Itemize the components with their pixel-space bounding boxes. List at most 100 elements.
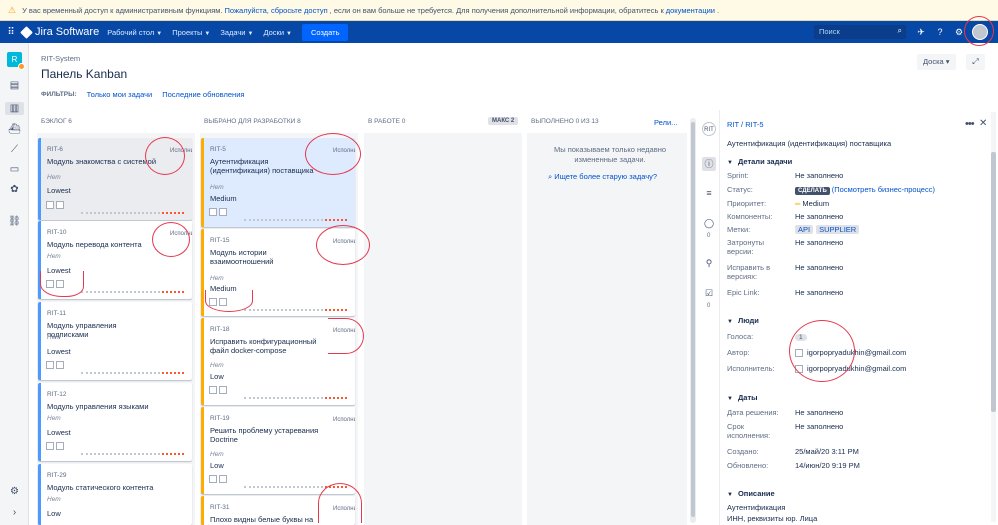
issue-card[interactable]: RIT-15 Модуль истории взаимоотношений Ис…	[201, 229, 355, 316]
issue-key: RIT-19	[210, 415, 230, 422]
issue-card[interactable]: RIT-10 Модуль перевода контента Исполнит…	[38, 221, 192, 299]
filter-only-mine[interactable]: Только мои задачи	[87, 90, 153, 99]
close-icon[interactable]: ✕	[979, 118, 987, 129]
priority-icon	[56, 442, 64, 450]
megaphone-icon[interactable]: ✈	[914, 25, 928, 39]
field-value[interactable]: igorpopryadukhin@gmail.com	[795, 348, 907, 358]
issue-summary: Модуль статического контента	[47, 483, 154, 492]
field-value[interactable]: Не заполнено	[795, 263, 843, 272]
attachment-icon[interactable]: ⚲	[702, 256, 716, 270]
menu-dashboard[interactable]: Рабочий стол ▼	[107, 28, 162, 37]
issue-summary: Аутентификация (идентификация) поставщик…	[210, 157, 314, 175]
detail-scrollbar-thumb[interactable]	[991, 152, 996, 412]
section-people[interactable]: ▼ Люди	[727, 316, 759, 325]
help-icon[interactable]: ?	[933, 25, 947, 39]
fullscreen-icon[interactable]: ⤢	[966, 54, 985, 70]
breadcrumb[interactable]: RIT-System	[41, 54, 80, 63]
status-badge[interactable]: СДЕЛАТЬ	[795, 187, 830, 195]
filter-recent[interactable]: Последние обновления	[162, 90, 244, 99]
issue-type-icons	[209, 475, 227, 483]
field-value: Не заполнено	[795, 408, 844, 417]
components-icon[interactable]: ✿	[8, 183, 21, 196]
comment-icon[interactable]: ◯	[702, 216, 716, 230]
issue-type-icons	[46, 361, 64, 369]
docs-link[interactable]: документации	[666, 6, 715, 15]
issue-key: RIT-18	[210, 326, 230, 333]
jira-logo[interactable]: Jira Software	[20, 25, 99, 39]
subtasks-icon[interactable]: ☑	[702, 286, 716, 300]
backlog-icon[interactable]: ▤	[8, 79, 21, 92]
issue-type-icon	[46, 442, 54, 450]
column-header-done: ВЫПОЛНЕНО 0 ИЗ 13	[531, 118, 599, 125]
release-link[interactable]: Рели...	[654, 118, 677, 127]
collapse-sidebar-icon[interactable]: ›	[8, 506, 21, 519]
field-label: Метки:	[727, 225, 751, 234]
priority-icon	[219, 475, 227, 483]
info-icon[interactable]: ⓘ	[702, 157, 716, 171]
field-value[interactable]: Не заполнено	[795, 238, 843, 247]
issue-card[interactable]: RIT-19 Решить проблему устаревания Doctr…	[201, 407, 355, 494]
gear-icon[interactable]: ⚙	[952, 25, 966, 39]
description-line[interactable]: Аутентификация	[727, 503, 989, 512]
issue-key-link[interactable]: RIT-5	[745, 120, 763, 129]
vote-count[interactable]: 1	[795, 334, 807, 341]
board-menu-button[interactable]: Доска ▾	[917, 54, 956, 70]
settings-gear-icon[interactable]: ⚙	[8, 485, 21, 498]
priority-icon	[219, 298, 227, 306]
description-line[interactable]: ИНН, реквизиты юр. Лица	[727, 514, 989, 523]
issues-icon[interactable]: ▭	[8, 163, 21, 176]
label-tag[interactable]: SUPPLIER	[816, 225, 860, 234]
column-done	[527, 133, 687, 525]
board-scrollbar-thumb[interactable]	[691, 122, 695, 517]
issue-type-icons	[209, 208, 227, 216]
more-actions-icon[interactable]: •••	[965, 118, 975, 130]
issue-title[interactable]: Аутентификация (идентификация) поставщик…	[727, 139, 891, 148]
issue-type-icon	[46, 280, 54, 288]
menu-issues[interactable]: Задачи ▼	[220, 28, 253, 37]
section-description[interactable]: ▼ Описание	[727, 489, 775, 498]
section-details[interactable]: ▼ Детали задачи	[727, 157, 792, 166]
field-value[interactable]: ═ Medium	[795, 199, 829, 208]
create-button[interactable]: Создать	[301, 23, 349, 41]
menu-issues-label: Задачи	[220, 27, 246, 37]
project-link[interactable]: RIT	[727, 120, 739, 129]
board-scrollbar[interactable]	[690, 118, 696, 523]
menu-boards[interactable]: Доски ▼	[263, 28, 292, 37]
issue-card[interactable]: RIT-18 Исправить конфигурационный файл d…	[201, 318, 355, 405]
issue-detail-panel: RIT / RIT-5 ••• ✕ Аутентификация (иденти…	[727, 110, 989, 525]
issue-card-selected[interactable]: RIT-5 Аутентификация (идентификация) пос…	[201, 138, 355, 227]
assignee-avatar: Исполнитель	[333, 506, 355, 512]
releases-icon[interactable]: ⛴	[8, 123, 21, 136]
link-icon[interactable]: ⛓	[8, 215, 21, 228]
field-value[interactable]: Не заполнено	[795, 212, 843, 221]
detail-scrollbar[interactable]	[991, 112, 996, 522]
find-older-issue-link[interactable]: ⌕ Ищете более старую задачу?	[548, 172, 657, 182]
issue-card[interactable]: RIT-11 Модуль управления подписками Hem …	[38, 302, 192, 380]
user-avatar[interactable]	[972, 24, 988, 40]
menu-projects[interactable]: Проекты ▼	[172, 28, 210, 37]
section-dates[interactable]: ▼ Даты	[727, 393, 758, 402]
board-icon[interactable]: ▥	[5, 102, 24, 115]
field-label: Обновлено:	[727, 461, 769, 470]
issue-summary: Модуль истории взаимоотношений	[210, 248, 274, 266]
days-in-column	[244, 486, 347, 488]
view-workflow-link[interactable]: (Посмотреть бизнес-процесс)	[832, 185, 935, 194]
description-icon[interactable]: ≡	[702, 186, 716, 200]
reporter-name: igorpopryadukhin@gmail.com	[807, 348, 907, 357]
field-value[interactable]: igorpopryadukhin@gmail.com	[795, 364, 906, 374]
field-value[interactable]: Не заполнено	[795, 171, 843, 180]
issue-card[interactable]: RIT-29 Модуль статического контента Hem …	[38, 464, 192, 525]
field-value[interactable]: Не заполнено	[795, 422, 843, 431]
field-value[interactable]: Не заполнено	[795, 288, 843, 297]
app-switcher-icon[interactable]: ⠿	[0, 27, 22, 38]
label-tag[interactable]: API	[795, 225, 814, 234]
issue-card[interactable]: RIT-12 Модуль управления языками Hem Low…	[38, 383, 192, 461]
field-label: Приоритет:	[727, 199, 767, 208]
search-input[interactable]: Поиск ⌕	[814, 25, 906, 39]
issue-card[interactable]: RIT-31 Плохо видны белые буквы на Исполн…	[201, 496, 355, 525]
project-avatar-icon[interactable]: R	[7, 52, 25, 70]
reports-icon[interactable]: ⟋	[8, 143, 21, 156]
drop-access-link[interactable]: Пожалуйста, сбросьте доступ	[225, 6, 328, 15]
issue-card[interactable]: RIT-6 Модуль знакомства с системой Испол…	[38, 138, 192, 220]
project-sidebar: R ▤ ▥ ⛴ ⟋ ▭ ✿ ⛓ ⚙ ›	[0, 43, 29, 525]
